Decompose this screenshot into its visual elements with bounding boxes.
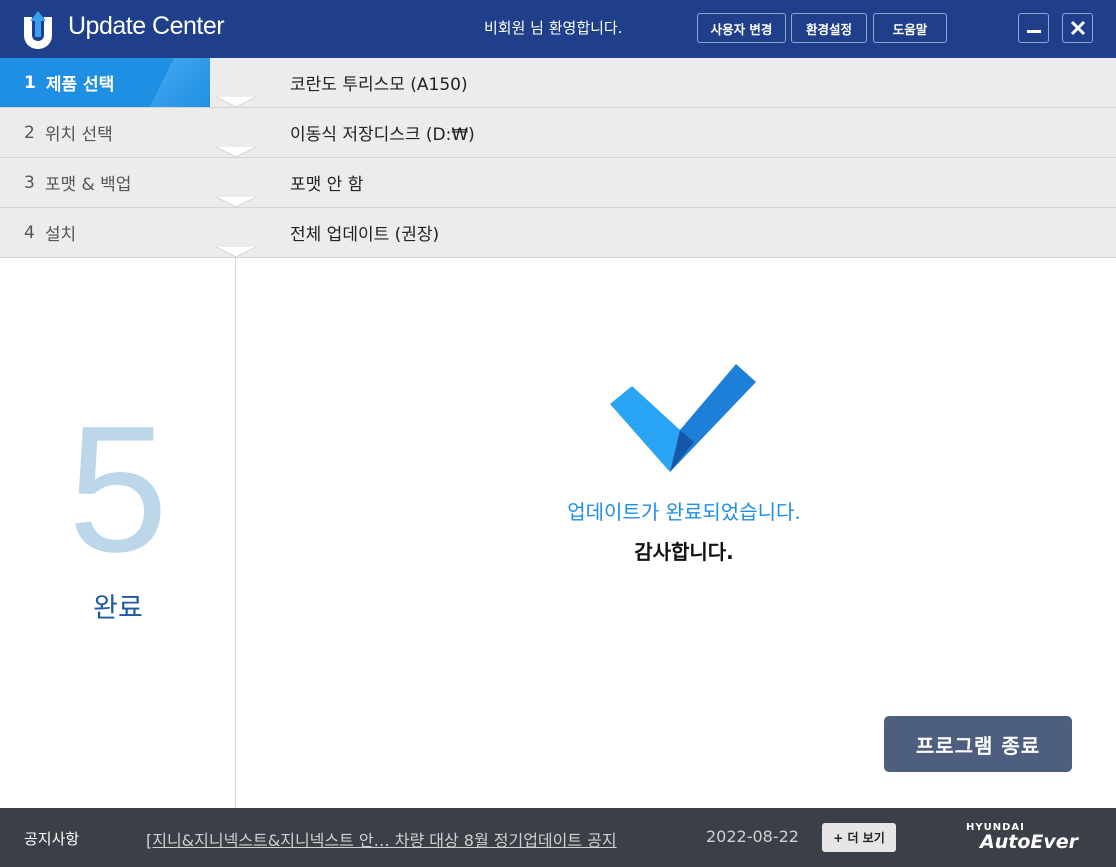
minimize-button[interactable] [1018,13,1049,43]
chevron-down-icon [216,146,256,158]
thanks-message: 감사합니다. [634,540,734,564]
step-value: 이동식 저장디스크 (D:₩) [290,125,475,145]
help-button[interactable]: 도움말 [873,13,947,43]
app-title: Update Center [68,12,225,40]
completion-message: 업데이트가 완료되었습니다. [567,500,801,524]
close-icon [1070,20,1085,36]
step-row-format[interactable]: 3 포맷 & 백업 포맷 안 함 [0,158,1116,208]
chevron-down-icon [216,246,256,258]
welcome-text: 비회원 님 환영합니다. [484,19,623,37]
main-content: 업데이트가 완료되었습니다. 감사합니다. 프로그램 종료 [236,258,1116,808]
notice-link[interactable]: [지니&지니넥스트&지니넥스트 안… 차량 대상 8월 정기업데이트 공지 [146,827,617,851]
minimize-icon [1026,30,1041,33]
progress-panel: 5 완료 [0,258,236,808]
title-bar: Update Center 비회원 님 환영합니다. 사용자 변경 환경설정 도… [0,0,1116,58]
step-row-install[interactable]: 4 설치 전체 업데이트 (권장) [0,208,1116,258]
footer-bar: 공지사항 [지니&지니넥스트&지니넥스트 안… 차량 대상 8월 정기업데이트 … [0,808,1116,867]
step-number: 3 [24,172,35,193]
step-label: 3 포맷 & 백업 [0,158,236,207]
step-value: 전체 업데이트 (권장) [290,225,440,245]
check-icon [610,364,756,472]
step-list: 1 제품 선택 코란도 투리스모 (A150) 2 위치 선택 이동식 저장디스… [0,58,1116,258]
exit-program-button[interactable]: 프로그램 종료 [884,716,1072,772]
step-row-product[interactable]: 1 제품 선택 코란도 투리스모 (A150) [0,58,1116,108]
step-row-location[interactable]: 2 위치 선택 이동식 저장디스크 (D:₩) [0,108,1116,158]
step-name: 설치 [44,225,77,245]
step-status-label: 완료 [93,593,143,624]
brand-logo: HYUNDAI AutoEver [966,822,1078,856]
chevron-down-icon [216,96,256,108]
close-button[interactable] [1062,13,1093,43]
settings-button[interactable]: 환경설정 [791,13,867,43]
step-label: 2 위치 선택 [0,108,236,157]
more-notices-button[interactable]: + 더 보기 [822,823,896,852]
step-name: 제품 선택 [45,75,115,95]
step-value: 포맷 안 함 [290,175,364,195]
step-name: 포맷 & 백업 [44,175,132,195]
step-big-number: 5 [67,389,169,590]
notice-date: 2022-08-22 [706,827,799,846]
change-user-button[interactable]: 사용자 변경 [697,13,786,43]
step-number: 2 [24,122,35,143]
step-label: 4 설치 [0,208,236,257]
step-number: 4 [24,222,35,243]
brand-bottom: AutoEver [980,831,1078,853]
chevron-down-icon [216,196,256,208]
step-name: 위치 선택 [44,125,113,145]
update-logo-icon [24,11,52,49]
step-number: 1 [24,72,36,93]
step-value: 코란도 투리스모 (A150) [290,75,468,95]
notice-label: 공지사항 [24,830,80,848]
